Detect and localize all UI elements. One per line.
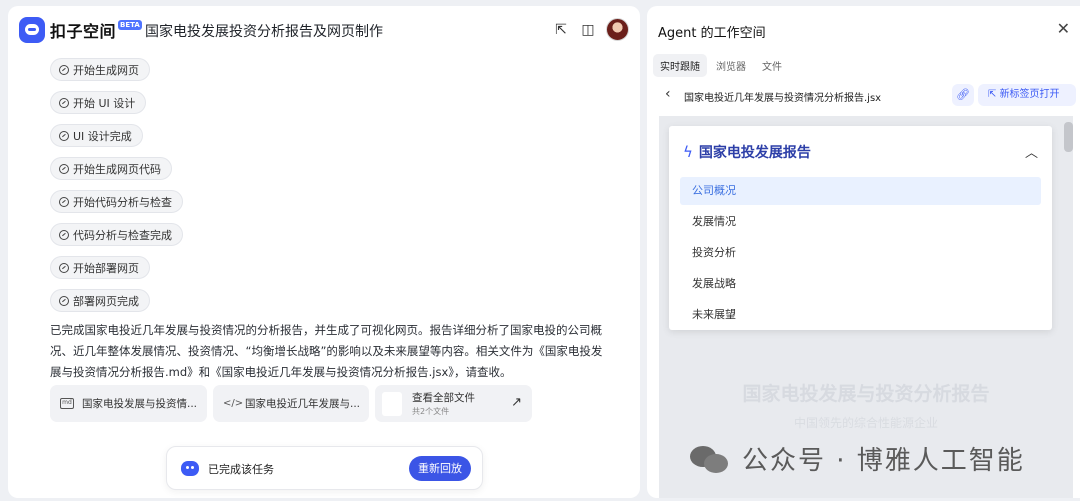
arrow-up-right-icon: ↗ [511, 395, 522, 410]
file-card-jsx[interactable]: </> 国家电投近几年发展与... [213, 385, 369, 422]
menu-item-investment[interactable]: 投资分析 [680, 239, 1041, 267]
agent-bot-icon [181, 461, 199, 476]
step-item[interactable]: 开始生成网页代码 [50, 157, 172, 180]
beta-badge: BETA [118, 20, 142, 30]
chat-header: 扣子空间 BETA 国家电投发展投资分析报告及网页制作 ⇱ ◫ [8, 6, 640, 54]
watermark: 公众号 · 博雅人工智能 [690, 440, 1025, 477]
file-count: 共2个文件 [412, 407, 450, 416]
preview-hero-title: 国家电投发展与投资分析报告 [742, 383, 990, 405]
preview-scrollbar[interactable] [1064, 122, 1073, 152]
replay-button[interactable]: 重新回放 [409, 456, 471, 481]
close-icon[interactable]: ✕ [1057, 19, 1070, 38]
brand-icon [19, 17, 45, 43]
brand-logo[interactable]: 扣子空间 BETA [19, 17, 142, 43]
view-all-label: 查看全部文件 [412, 392, 475, 404]
workspace-panel: Agent 的工作空间 ✕ 实时跟随 浏览器 文件 ‹ 国家电投近几年发展与投资… [647, 6, 1080, 498]
menu-item-strategy[interactable]: 发展战略 [680, 270, 1041, 298]
chevron-left-icon[interactable]: ‹ [665, 86, 671, 102]
tab-live-follow[interactable]: 实时跟随 [653, 54, 707, 77]
document-icon [382, 391, 402, 416]
conversation-title: 国家电投发展投资分析报告及网页制作 [145, 24, 383, 40]
progress-icon [59, 130, 69, 141]
menu-title: 国家电投发展报告 [698, 145, 811, 161]
report-nav-menu: ϟ 国家电投发展报告 ︿ 公司概况 发展情况 投资分析 发展战略 未来展望 [669, 126, 1052, 330]
step-item[interactable]: 开始生成网页 [50, 58, 150, 81]
step-item[interactable]: 代码分析与检查完成 [50, 223, 183, 246]
wechat-icon [690, 444, 730, 474]
progress-icon [59, 97, 69, 108]
view-all-files-button[interactable]: 查看全部文件 共2个文件 ↗ [375, 385, 532, 422]
file-path-bar: ‹ 国家电投近几年发展与投资情况分析报告.jsx 🔗︎ ⇱ 新标签页打开 [647, 84, 1080, 108]
step-item[interactable]: 开始部署网页 [50, 256, 150, 279]
user-avatar[interactable] [606, 18, 629, 41]
step-item[interactable]: 开始代码分析与检查 [50, 190, 183, 213]
workspace-title: Agent 的工作空间 [658, 26, 766, 41]
file-name: 国家电投发展与投资情... [82, 398, 198, 410]
task-status-text: 已完成该任务 [208, 463, 274, 476]
progress-icon [59, 163, 69, 174]
open-file-name: 国家电投近几年发展与投资情况分析报告.jsx [684, 93, 882, 104]
share-icon[interactable]: ⇱ [551, 20, 571, 40]
step-item[interactable]: 部署网页完成 [50, 289, 150, 312]
file-name: 国家电投近几年发展与... [245, 398, 361, 410]
menu-item-outlook[interactable]: 未来展望 [680, 301, 1041, 329]
menu-item-company-overview[interactable]: 公司概况 [680, 177, 1041, 205]
step-item[interactable]: 开始 UI 设计 [50, 91, 147, 114]
file-card-md[interactable]: md 国家电投发展与投资情... [50, 385, 207, 422]
progress-icon [59, 262, 69, 273]
step-item[interactable]: UI 设计完成 [50, 124, 143, 147]
task-status-bar: 已完成该任务 重新回放 [166, 446, 483, 490]
tab-files[interactable]: 文件 [755, 54, 789, 77]
watermark-text: 公众号 · 博雅人工智能 [742, 446, 1025, 476]
progress-icon [59, 196, 69, 207]
workspace-tabs: 实时跟随 浏览器 文件 [653, 54, 791, 77]
link-icon[interactable]: 🔗︎ [952, 84, 974, 106]
progress-icon [59, 295, 69, 306]
code-file-icon: </> [223, 398, 244, 409]
open-new-tab-button[interactable]: ⇱ 新标签页打开 [978, 84, 1076, 106]
preview-hero-subtitle: 中国领先的综合性能源企业 [793, 416, 938, 430]
panel-toggle-icon[interactable]: ◫ [578, 20, 598, 40]
lightning-icon: ϟ [683, 143, 693, 161]
markdown-file-icon: md [60, 398, 74, 409]
result-summary: 已完成国家电投近几年发展与投资情况的分析报告，并生成了可视化网页。报告详细分析了… [50, 323, 603, 379]
progress-icon [59, 229, 69, 240]
brand-name: 扣子空间 [50, 22, 117, 41]
chevron-up-icon[interactable]: ︿ [1025, 142, 1038, 161]
tab-browser[interactable]: 浏览器 [709, 54, 753, 77]
menu-header: ϟ 国家电投发展报告 [683, 142, 811, 162]
chat-panel: 扣子空间 BETA 国家电投发展投资分析报告及网页制作 ⇱ ◫ 开始生成网页 开… [8, 6, 640, 498]
progress-icon [59, 64, 69, 75]
menu-item-development[interactable]: 发展情况 [680, 208, 1041, 236]
